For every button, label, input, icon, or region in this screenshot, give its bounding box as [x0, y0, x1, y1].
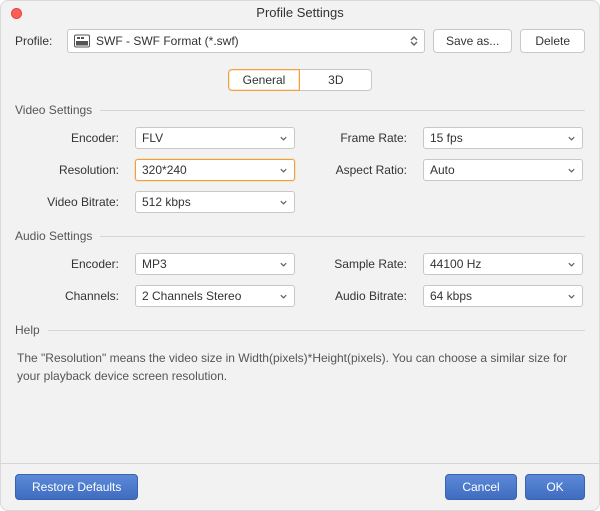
- frame-rate-select[interactable]: 15 fps: [423, 127, 583, 149]
- tab-general[interactable]: General: [228, 69, 301, 91]
- aspect-ratio-select[interactable]: Auto: [423, 159, 583, 181]
- sample-rate-label: Sample Rate:: [311, 257, 407, 271]
- video-encoder-label: Encoder:: [23, 131, 119, 145]
- channels-label: Channels:: [23, 289, 119, 303]
- chevron-down-icon: [567, 260, 576, 269]
- audio-settings-title: Audio Settings: [15, 229, 100, 243]
- video-settings-title: Video Settings: [15, 103, 100, 117]
- help-group: Help The "Resolution" means the video si…: [15, 323, 585, 385]
- chevron-down-icon: [279, 292, 288, 301]
- profile-label: Profile:: [15, 34, 59, 48]
- help-title: Help: [15, 323, 48, 337]
- ok-button[interactable]: OK: [525, 474, 585, 500]
- resolution-select[interactable]: 320*240: [135, 159, 295, 181]
- aspect-ratio-label: Aspect Ratio:: [311, 163, 407, 177]
- tab-bar: General 3D: [15, 69, 585, 91]
- video-settings-group: Video Settings Encoder: FLV Frame Rate: …: [15, 103, 585, 213]
- profile-settings-window: Profile Settings Profile: SWF - SWF Form…: [0, 0, 600, 511]
- tab-3d[interactable]: 3D: [300, 69, 372, 91]
- audio-bitrate-label: Audio Bitrate:: [311, 289, 407, 303]
- audio-encoder-select[interactable]: MP3: [135, 253, 295, 275]
- sample-rate-select[interactable]: 44100 Hz: [423, 253, 583, 275]
- video-bitrate-select[interactable]: 512 kbps: [135, 191, 295, 213]
- window-title: Profile Settings: [256, 5, 343, 20]
- divider: [48, 330, 585, 331]
- audio-bitrate-select[interactable]: 64 kbps: [423, 285, 583, 307]
- help-text: The "Resolution" means the video size in…: [15, 347, 585, 385]
- profile-select[interactable]: SWF - SWF Format (*.swf): [67, 29, 425, 53]
- close-icon[interactable]: [11, 8, 22, 19]
- tab-group: General 3D: [228, 69, 373, 91]
- video-encoder-select[interactable]: FLV: [135, 127, 295, 149]
- audio-encoder-label: Encoder:: [23, 257, 119, 271]
- video-bitrate-label: Video Bitrate:: [23, 195, 119, 209]
- chevron-down-icon: [567, 292, 576, 301]
- chevron-down-icon: [279, 198, 288, 207]
- channels-select[interactable]: 2 Channels Stereo: [135, 285, 295, 307]
- content-area: Profile: SWF - SWF Format (*.swf) Save a…: [1, 25, 599, 463]
- resolution-label: Resolution:: [23, 163, 119, 177]
- chevron-down-icon: [279, 166, 288, 175]
- chevron-down-icon: [279, 260, 288, 269]
- divider: [100, 236, 585, 237]
- chevron-updown-icon: [410, 36, 418, 46]
- restore-defaults-button[interactable]: Restore Defaults: [15, 474, 138, 500]
- chevron-down-icon: [567, 166, 576, 175]
- frame-rate-label: Frame Rate:: [311, 131, 407, 145]
- cancel-button[interactable]: Cancel: [445, 474, 517, 500]
- divider: [100, 110, 585, 111]
- profile-row: Profile: SWF - SWF Format (*.swf) Save a…: [15, 29, 585, 53]
- audio-settings-group: Audio Settings Encoder: MP3 Sample Rate:…: [15, 229, 585, 307]
- save-as-button[interactable]: Save as...: [433, 29, 512, 53]
- chevron-down-icon: [279, 134, 288, 143]
- footer: Restore Defaults Cancel OK: [1, 463, 599, 510]
- delete-button[interactable]: Delete: [520, 29, 585, 53]
- chevron-down-icon: [567, 134, 576, 143]
- swf-format-icon: [74, 34, 90, 48]
- titlebar: Profile Settings: [1, 1, 599, 25]
- profile-selected-value: SWF - SWF Format (*.swf): [96, 34, 410, 48]
